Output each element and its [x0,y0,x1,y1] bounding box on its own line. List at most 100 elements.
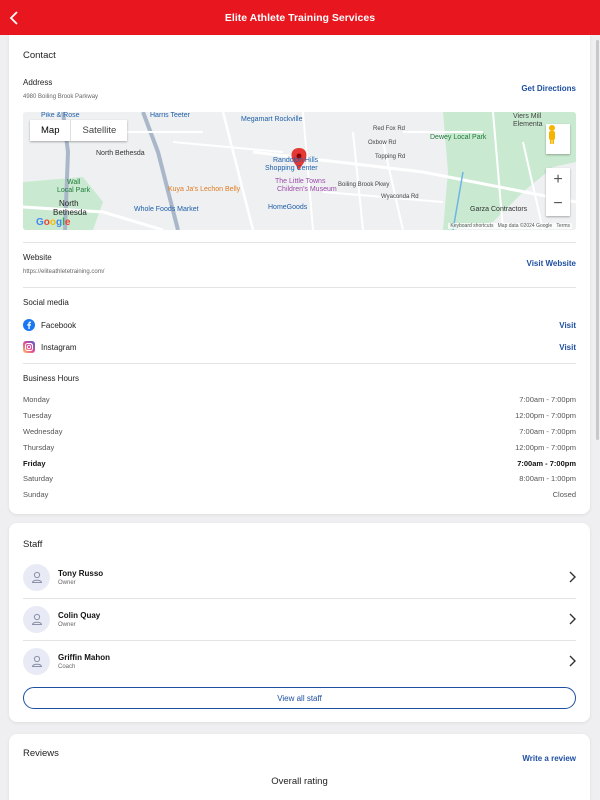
hours-day: Thursday [23,443,55,452]
website-value: https://eliteathletetraining.com/ [23,269,105,275]
map-label: Megamart Rockville [241,116,303,123]
staff-row[interactable]: Tony Russo Owner [23,556,576,598]
map-tab[interactable]: Map [30,120,70,141]
chevron-right-icon [569,613,576,625]
map-type-toggle: Map Satellite [30,120,128,141]
person-icon [31,613,42,625]
back-button[interactable] [2,3,26,33]
hours-row-today: Friday 7:00am - 7:00pm [23,459,576,468]
view-all-staff-button[interactable]: View all staff [23,687,576,709]
divider [23,242,576,243]
map-label: North Bethesda [96,150,145,157]
top-app-bar: Elite Athlete Training Services [0,0,600,35]
contact-card: Contact Address Get Directions 4980 Boil… [9,35,590,514]
hours-time: 7:00am - 7:00pm [519,427,576,436]
map-label: Whole Foods Market [134,206,199,213]
map-label: Harris Teeter [150,112,190,119]
map-label: Elementa [513,121,543,128]
visit-website-link[interactable]: Visit Website [527,259,577,268]
map-label: Wyaconda Rd [381,194,419,200]
map-label: Boiling Brook Pkwy [338,182,390,188]
reviews-card: Reviews Write a review Overall rating [9,734,590,800]
staff-heading: Staff [23,539,43,550]
map-label: Shopping Center [265,165,318,172]
map-label: Kuya Ja's Lechon Belly [168,186,241,193]
hours-time: 12:00pm - 7:00pm [515,443,576,452]
map-label: Topping Rd [375,154,406,160]
avatar [23,563,50,591]
zoom-out-button[interactable]: − [546,192,570,216]
map-label: Garza Contractors [470,206,528,213]
social-media-label: Social media [23,298,69,307]
hours-time: 12:00pm - 7:00pm [515,411,576,420]
map-label: Bethesda [53,208,87,217]
hours-day: Sunday [23,490,49,499]
contact-heading: Contact [23,50,56,61]
map-label: North [59,199,79,208]
map-attribution: Keyboard shortcuts Map data ©2024 Google… [448,223,572,229]
hours-day: Monday [23,395,50,404]
staff-role: Coach [58,663,76,670]
staff-name: Griffin Mahon [58,652,110,662]
hours-row: Saturday 8:00am - 1:00pm [23,474,576,483]
map-label: Pike & Rose [41,112,80,119]
hours-day: Friday [23,459,46,468]
staff-name: Colin Quay [58,610,101,620]
map-label: Viers Mill [513,113,542,120]
page-title: Elite Athlete Training Services [224,11,376,24]
overall-rating-label: Overall rating [271,776,328,787]
chevron-right-icon [569,655,576,667]
instagram-icon [23,341,35,353]
hours-time: 8:00am - 1:00pm [519,474,576,483]
avatar [23,647,50,675]
hours-row: Wednesday 7:00am - 7:00pm [23,427,576,436]
map-label: The Little Towns [275,178,326,185]
map-label: Dewey Local Park [430,134,487,141]
instagram-visit-link[interactable]: Visit [559,343,576,352]
map-label: Children's Museum [277,186,337,193]
person-icon [31,571,42,583]
hours-row: Tuesday 12:00pm - 7:00pm [23,411,576,420]
staff-row[interactable]: Griffin Mahon Coach [23,640,576,682]
social-name: Facebook [41,320,77,330]
divider [23,287,576,288]
map-label: HomeGoods [268,204,308,211]
hours-row: Monday 7:00am - 7:00pm [23,395,576,404]
google-logo: Google [36,217,71,228]
terms-link[interactable]: Terms [556,223,570,229]
staff-row[interactable]: Colin Quay Owner [23,598,576,640]
write-review-link[interactable]: Write a review [522,754,576,763]
staff-card: Staff Tony Russo Owner Colin Quay Owner … [9,523,590,722]
staff-role: Owner [58,579,76,586]
map-label: Oxbow Rd [368,140,397,146]
hours-time: Closed [552,490,576,499]
pegman-icon [549,125,555,144]
facebook-icon [23,319,35,331]
zoom-in-button[interactable]: + [546,168,570,192]
scrollbar[interactable] [596,40,599,440]
divider [23,363,576,364]
hours-day: Tuesday [23,411,52,420]
zoom-controls: + − [546,168,570,216]
get-directions-link[interactable]: Get Directions [521,84,576,93]
staff-role: Owner [58,621,76,628]
keyboard-shortcuts-link[interactable]: Keyboard shortcuts [450,223,493,229]
map-view[interactable]: Map Satellite + − Pike & Rose Harris Tee… [23,112,576,230]
chevron-left-icon [9,11,18,25]
hours-row: Sunday Closed [23,490,576,499]
map-label: Wall [67,179,81,186]
social-row-facebook: Facebook Visit [23,317,576,333]
facebook-visit-link[interactable]: Visit [559,321,576,330]
satellite-tab[interactable]: Satellite [70,120,127,141]
avatar [23,605,50,633]
social-row-instagram: Instagram Visit [23,339,576,355]
hours-time: 7:00am - 7:00pm [517,459,576,468]
map-data-text: Map data ©2024 Google [497,223,553,229]
address-value: 4980 Boiling Brook Parkway [23,94,99,100]
hours-time: 7:00am - 7:00pm [519,395,576,404]
map-label: Red Fox Rd [373,126,406,132]
social-name: Instagram [41,342,77,352]
chevron-right-icon [569,571,576,583]
street-view-pegman[interactable] [546,124,570,154]
map-label: Local Park [57,187,91,194]
